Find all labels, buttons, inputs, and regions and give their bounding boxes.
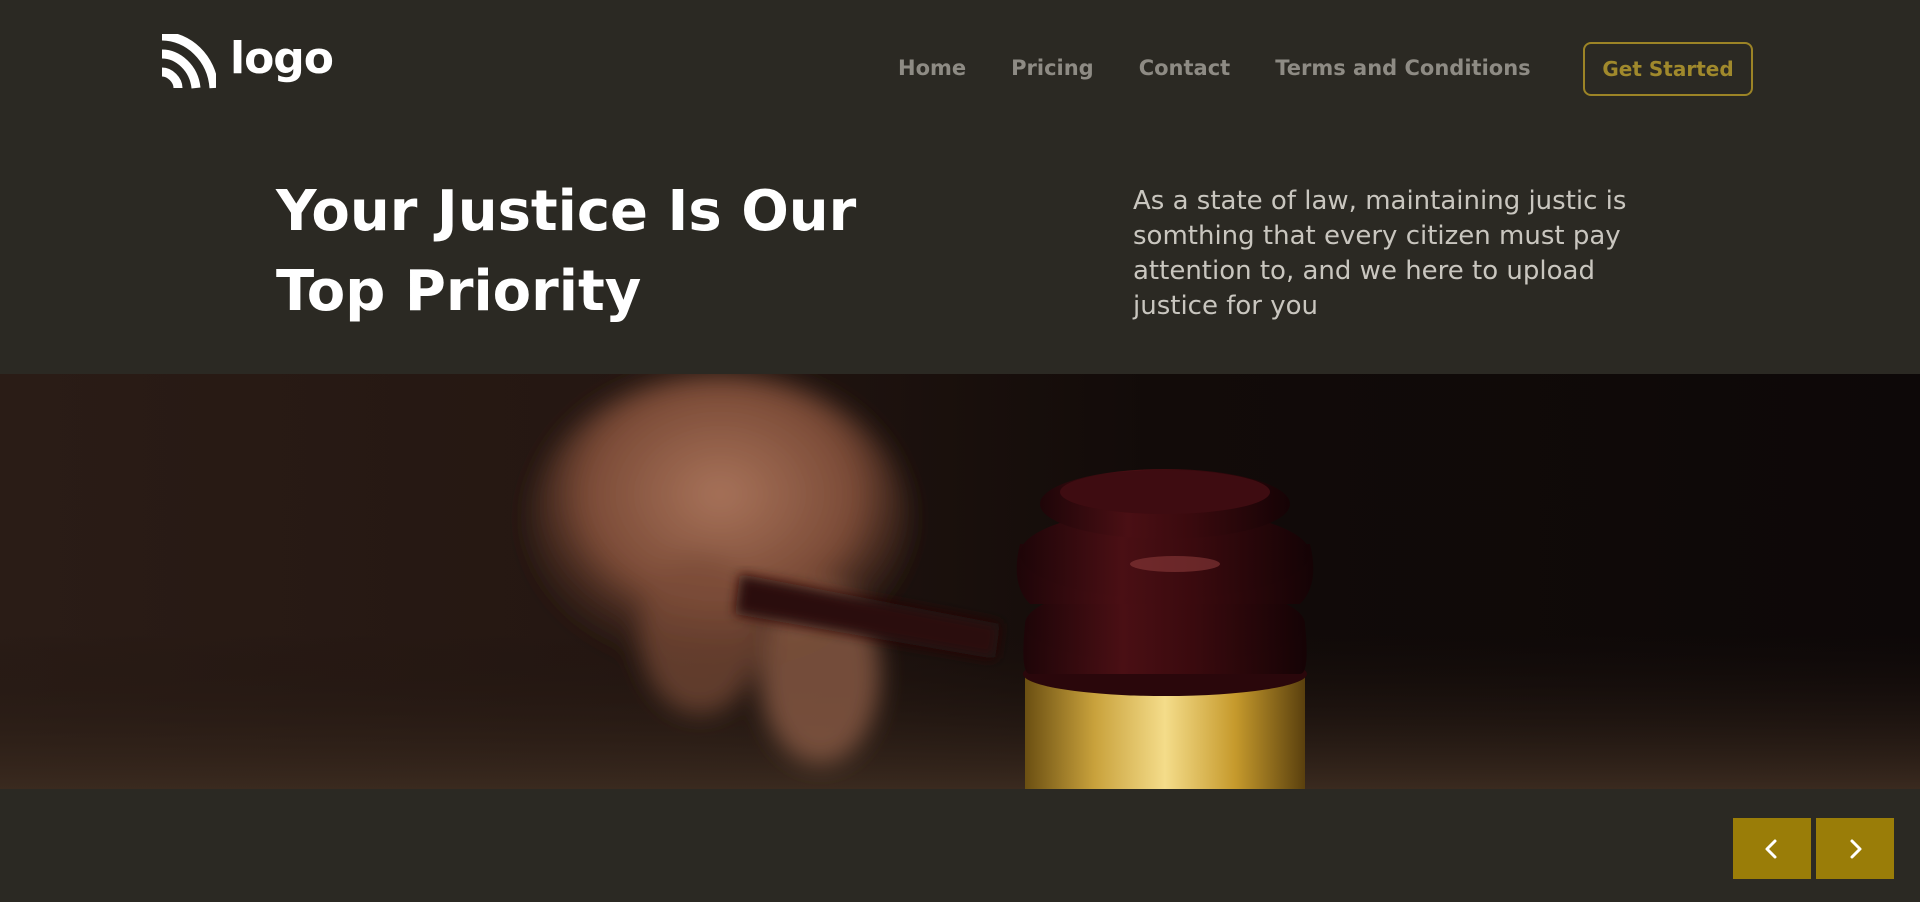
get-started-button[interactable]: Get Started	[1583, 42, 1753, 96]
chevron-left-icon	[1765, 839, 1777, 858]
hero-description: As a state of law, maintaining justic is…	[1133, 186, 1627, 321]
landing-page: logo Home Pricing Contact Terms and Cond…	[0, 0, 1920, 902]
slider-next-button[interactable]	[1816, 818, 1894, 879]
hero-gavel-image	[0, 374, 1920, 789]
slider-prev-button[interactable]	[1733, 818, 1811, 879]
logo-link[interactable]: logo	[158, 33, 334, 90]
logo-text: logo	[230, 33, 334, 84]
hero-title: Your Justice Is Our Top Priority	[276, 172, 936, 332]
gavel-illustration	[0, 374, 1920, 789]
chevron-right-icon	[1850, 839, 1862, 858]
main-nav: Home Pricing Contact Terms and Condition…	[898, 58, 1576, 90]
nav-contact[interactable]: Contact	[1139, 58, 1231, 79]
nav-terms[interactable]: Terms and Conditions	[1275, 58, 1530, 79]
hero-title-line-1: Your Justice Is Our	[276, 179, 857, 244]
nav-pricing[interactable]: Pricing	[1011, 58, 1094, 79]
logo-icon	[161, 34, 216, 89]
nav-home[interactable]: Home	[898, 58, 966, 79]
hero-title-line-2: Top Priority	[276, 259, 642, 324]
